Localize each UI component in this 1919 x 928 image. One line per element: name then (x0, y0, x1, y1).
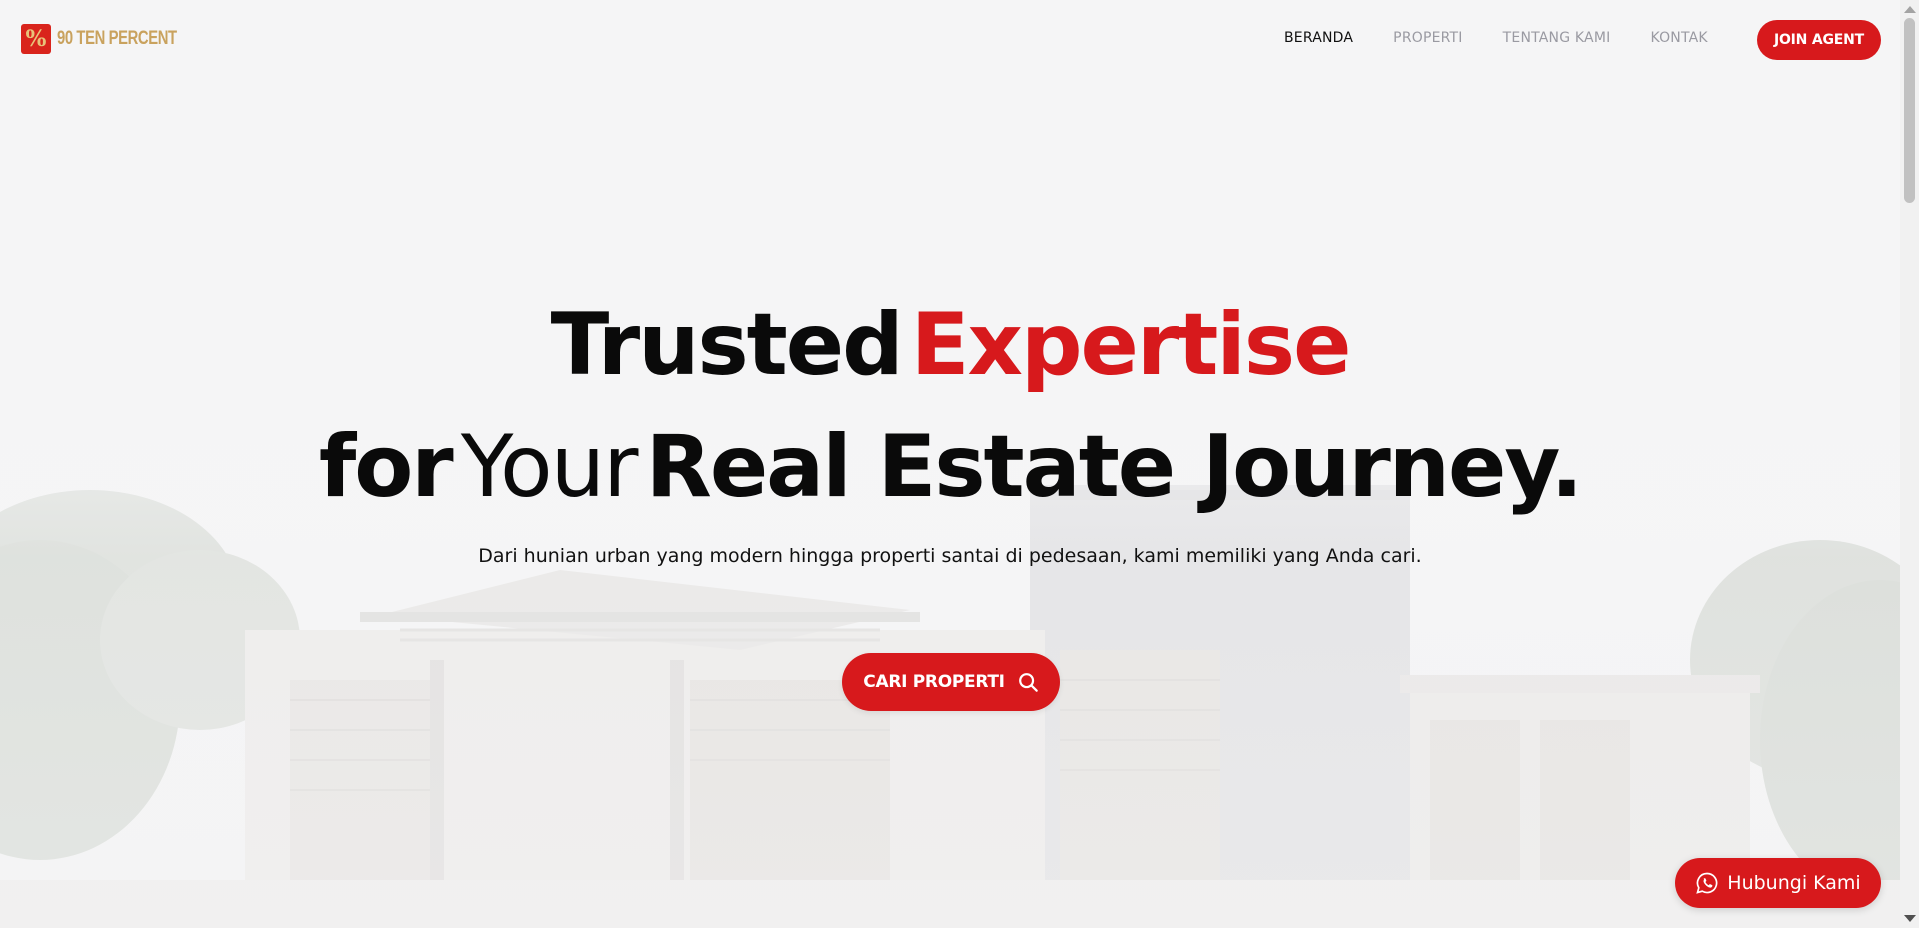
scrollbar-thumb[interactable] (1904, 18, 1915, 203)
hero-title-line-1: Trusted Expertise (0, 293, 1900, 415)
nav-item-kontak[interactable]: KONTAK (1650, 30, 1707, 46)
hero-title-expertise: Expertise (910, 295, 1352, 395)
hero-subtitle: Dari hunian urban yang modern hingga pro… (478, 545, 1422, 567)
nav-item-beranda[interactable]: BERANDA (1284, 30, 1353, 46)
whatsapp-icon (1696, 872, 1718, 894)
hero-title-trusted: Trusted (550, 295, 904, 395)
nav-item-tentang-kami[interactable]: TENTANG KAMI (1503, 30, 1611, 46)
hero-title: Trusted Expertise for Your Real Estate J… (0, 293, 1900, 537)
site-header: % 90 TEN PERCENT BERANDA PROPERTI TENTAN… (0, 0, 1900, 80)
hero-title-your: Your (460, 417, 639, 517)
brand-name: 90 TEN PERCENT (57, 28, 177, 49)
logo-glyph: % (25, 26, 47, 52)
hero-title-journey: Real Estate Journey. (645, 417, 1584, 517)
percent-logo-icon: % (21, 24, 51, 54)
search-property-label: CARI PROPERTI (863, 672, 1005, 692)
contact-us-whatsapp-button[interactable]: Hubungi Kami (1675, 858, 1881, 908)
hero-title-for: for (318, 417, 454, 517)
scroll-down-arrow-icon[interactable] (1904, 915, 1916, 922)
vertical-scrollbar[interactable] (1900, 0, 1919, 928)
main-nav: BERANDA PROPERTI TENTANG KAMI KONTAK (1284, 30, 1748, 46)
page: % 90 TEN PERCENT BERANDA PROPERTI TENTAN… (0, 0, 1919, 928)
hero-title-line-2: for Your Real Estate Journey. (0, 415, 1900, 537)
nav-item-properti[interactable]: PROPERTI (1393, 30, 1462, 46)
viewport: % 90 TEN PERCENT BERANDA PROPERTI TENTAN… (0, 0, 1900, 928)
search-property-button[interactable]: CARI PROPERTI (842, 653, 1060, 711)
brand-logo[interactable]: % 90 TEN PERCENT (21, 24, 210, 54)
join-agent-button[interactable]: JOIN AGENT (1757, 20, 1881, 60)
search-icon (1018, 673, 1038, 692)
contact-us-label: Hubungi Kami (1727, 872, 1861, 894)
scroll-up-arrow-icon[interactable] (1904, 6, 1916, 13)
